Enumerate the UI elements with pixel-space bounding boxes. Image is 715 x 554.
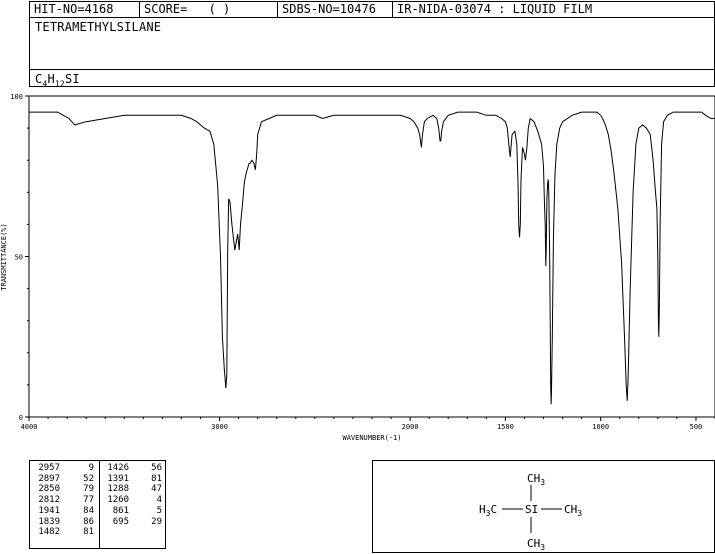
peak-transmittance: 79 bbox=[83, 484, 94, 495]
x-tick-label: 500 bbox=[690, 423, 703, 431]
peak-transmittance: 52 bbox=[83, 473, 94, 484]
peak-wavenumber: 695 bbox=[112, 516, 129, 527]
peak-transmittance: 56 bbox=[151, 463, 162, 473]
peak-row: 2850 79 bbox=[34, 484, 94, 495]
peak-transmittance: 84 bbox=[83, 505, 94, 516]
x-axis-label: WAVENUMBER(-1) bbox=[342, 434, 401, 442]
peak-wavenumber: 861 bbox=[112, 505, 129, 516]
peak-wavenumber: 1288 bbox=[107, 484, 129, 495]
peak-transmittance: 81 bbox=[83, 527, 94, 538]
peak-row: 861 5 bbox=[103, 506, 162, 517]
peak-row: 1260 4 bbox=[103, 495, 162, 506]
peak-table-left: 2957 9 2897 52 2850 79 2812 77 1941 84 1839 86 1482 8… bbox=[34, 463, 94, 538]
y-axis-label: TRANSMITTANCE(%) bbox=[0, 223, 8, 290]
peak-transmittance: 29 bbox=[151, 516, 162, 527]
peak-row: 1426 56 bbox=[103, 463, 162, 474]
x-tick-label: 1500 bbox=[497, 423, 514, 431]
y-tick-label: 0 bbox=[19, 414, 23, 422]
peak-wavenumber: 1482 bbox=[38, 527, 60, 538]
peak-transmittance: 5 bbox=[156, 505, 162, 516]
methyl-left: H3C bbox=[479, 503, 497, 518]
peak-wavenumber: 1839 bbox=[38, 516, 60, 527]
peak-row: 1839 86 bbox=[34, 517, 94, 528]
peak-wavenumber: 1260 bbox=[107, 495, 129, 506]
x-tick-label: 4000 bbox=[21, 423, 38, 431]
methyl-right: CH3 bbox=[564, 503, 582, 518]
peak-wavenumber: 1426 bbox=[107, 463, 129, 473]
peak-row: 1941 84 bbox=[34, 506, 94, 517]
peak-transmittance: 77 bbox=[83, 495, 94, 506]
peak-table-box: 2957 9 2897 52 2850 79 2812 77 1941 84 1839 86 1482 8… bbox=[29, 460, 166, 549]
peak-transmittance: 4 bbox=[156, 495, 162, 506]
y-tick-label: 100 bbox=[10, 93, 23, 101]
peak-row: 1482 81 bbox=[34, 527, 94, 538]
x-tick-label: 2000 bbox=[402, 423, 419, 431]
peak-wavenumber: 2850 bbox=[38, 484, 60, 495]
peak-transmittance: 81 bbox=[151, 473, 162, 484]
plot-frame bbox=[28, 95, 715, 418]
peak-transmittance: 86 bbox=[83, 516, 94, 527]
peak-row: 2957 9 bbox=[34, 463, 94, 474]
peak-row: 2897 52 bbox=[34, 474, 94, 485]
structure-diagram: CH3 H3C SI CH3 CH3 bbox=[479, 472, 582, 552]
peak-wavenumber: 1941 bbox=[38, 505, 60, 516]
peak-row: 1391 81 bbox=[103, 474, 162, 485]
silicon-atom: SI bbox=[525, 503, 538, 516]
structure-box: CH3 H3C SI CH3 CH3 bbox=[372, 460, 715, 553]
peak-transmittance: 9 bbox=[88, 463, 94, 473]
spectrum-line bbox=[29, 111, 715, 405]
methyl-bottom: CH3 bbox=[527, 537, 545, 552]
peak-table-right: 1426 56 1391 81 1288 47 1260 4 861 5 695 29 bbox=[103, 463, 162, 527]
ir-spectrum-chart: 4000 3000 2000 1500 1000 500 0 50 100 WAVENUMBER… bbox=[0, 93, 715, 442]
x-tick-label: 3000 bbox=[211, 423, 228, 431]
peak-wavenumber: 2812 bbox=[38, 495, 60, 506]
peak-wavenumber: 1391 bbox=[107, 473, 129, 484]
x-tick-label: 1000 bbox=[592, 423, 609, 431]
peak-row: 695 29 bbox=[103, 517, 162, 528]
peak-wavenumber: 2897 bbox=[38, 473, 60, 484]
methyl-top: CH3 bbox=[527, 472, 545, 487]
peak-transmittance: 47 bbox=[151, 484, 162, 495]
peak-row: 1288 47 bbox=[103, 484, 162, 495]
peak-row: 2812 77 bbox=[34, 495, 94, 506]
peak-wavenumber: 2957 bbox=[38, 463, 60, 473]
y-tick-label: 50 bbox=[15, 254, 23, 262]
